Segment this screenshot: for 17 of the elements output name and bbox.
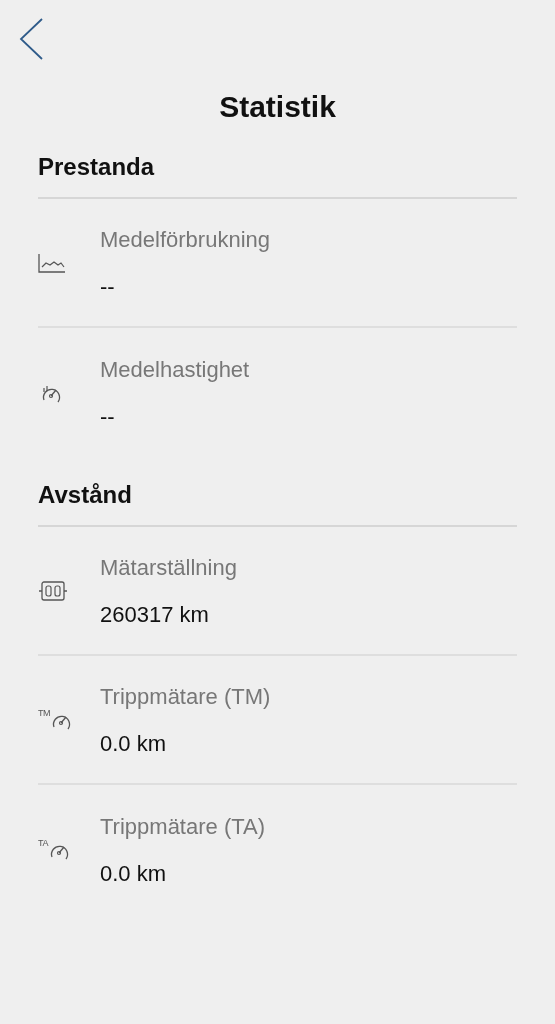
stat-value: 0.0 km — [100, 859, 168, 888]
stat-label: Trippmätare (TM) — [100, 682, 271, 711]
stat-label: Medelhastighet — [100, 355, 250, 384]
page-title: Statistik — [219, 89, 336, 125]
stat-value: -- — [100, 272, 116, 301]
stat-label: Mätarställning — [100, 553, 237, 582]
line-chart-icon — [38, 252, 66, 273]
section-heading: Prestanda — [38, 152, 156, 182]
stat-label: Trippmätare (TA) — [100, 812, 266, 841]
odometer-icon — [38, 579, 68, 602]
icon-label: TM — [38, 708, 51, 718]
stat-label: Medelförbrukning — [100, 225, 270, 254]
section-heading: Avstånd — [38, 480, 133, 510]
stat-value: -- — [100, 402, 116, 431]
icon-label: TA — [38, 838, 48, 848]
stat-value: 0.0 km — [100, 729, 168, 758]
stat-value: 260317 km — [100, 600, 210, 629]
